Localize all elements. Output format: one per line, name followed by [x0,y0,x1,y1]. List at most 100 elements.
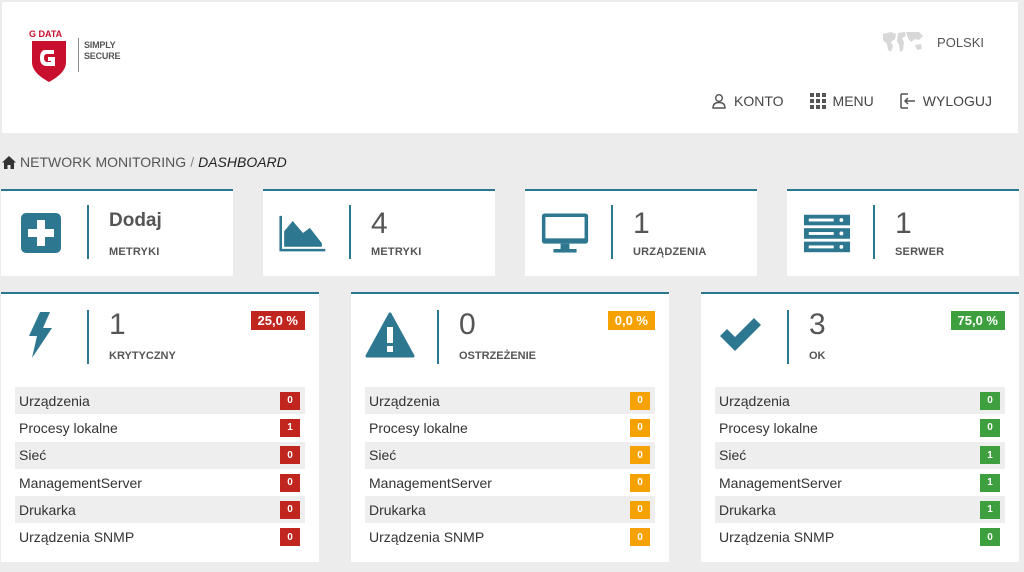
row-label: ManagementServer [369,474,492,491]
status-percent-badge: 75,0 % [950,311,1005,330]
status-card-warning[interactable]: 0 OSTRZEŻENIE 0,0 % Urządzenia 0 Procesy … [351,292,669,562]
home-icon[interactable] [2,155,16,169]
table-row[interactable]: Procesy lokalne 1 [15,414,305,441]
language-label: POLSKI [937,34,984,50]
row-label: Sieć [369,447,397,464]
plus-square-icon [17,209,65,257]
account-link[interactable]: KONTO [711,93,784,109]
count-badge: 0 [630,528,650,547]
breadcrumb-root[interactable]: NETWORK MONITORING [20,154,186,170]
count-badge: 0 [280,473,300,492]
count-badge: 0 [280,500,300,519]
row-label: Urządzenia [369,392,440,409]
status-rows: Urządzenia 0 Procesy lokalne 1 Sieć 0 Manag… [15,387,305,551]
stat-card-metrics[interactable]: 4 METRYKI [263,189,495,276]
table-row[interactable]: Urządzenia 0 [365,387,655,415]
row-label: ManagementServer [719,474,842,491]
menu-link[interactable]: MENU [809,93,874,109]
status-card-ok[interactable]: 3 OK 75,0 % Urządzenia 0 Procesy lokalne 0… [701,292,1019,562]
table-row[interactable]: Sieć 0 [365,441,655,469]
count-badge: 0 [630,418,650,437]
status-value: 3 [809,308,826,341]
table-row[interactable]: Urządzenia SNMP 0 [365,523,655,550]
stat-card-devices[interactable]: 1 URZĄDZENIA [525,189,757,276]
count-badge: 1 [980,500,1000,519]
monitor-icon [541,209,589,257]
row-label: Procesy lokalne [19,419,118,436]
status-divider [87,310,89,364]
stat-value: 4 [371,207,388,240]
row-label: Procesy lokalne [369,419,468,436]
gdata-shield-icon: G DATA [29,29,66,82]
top-nav: KONTO MENU WYLOGUJ [711,93,992,109]
svg-text:G DATA: G DATA [29,29,63,39]
server-icon [803,209,851,257]
breadcrumb: NETWORK MONITORING / DASHBOARD [2,154,287,170]
logout-link[interactable]: WYLOGUJ [900,93,992,109]
row-label: Procesy lokalne [719,419,818,436]
breadcrumb-separator: / [190,154,195,170]
count-badge: 0 [630,391,650,410]
status-rows: Urządzenia 0 Procesy lokalne 0 Sieć 1 Manag… [715,387,1005,551]
warning-icon [365,310,415,360]
status-percent-badge: 25,0 % [250,311,305,330]
row-label: Sieć [719,447,747,464]
status-value: 0 [459,308,476,341]
header: G DATA SIMPLY SECURE POLSKI KONTO MENU W… [2,2,1018,133]
table-row[interactable]: Urządzenia 0 [715,387,1005,415]
table-row[interactable]: Drukarka 0 [15,496,305,524]
row-label: Urządzenia [19,392,90,409]
table-row[interactable]: Sieć 0 [15,441,305,469]
stat-card-server[interactable]: 1 SERWER [787,189,1019,276]
row-label: Urządzenia [719,392,790,409]
row-label: Urządzenia SNMP [369,529,485,546]
table-row[interactable]: ManagementServer 1 [715,469,1005,496]
count-badge: 0 [630,446,650,465]
table-row[interactable]: ManagementServer 0 [15,469,305,496]
logout-icon [900,93,915,109]
row-label: Drukarka [719,501,776,518]
table-row[interactable]: Procesy lokalne 0 [365,414,655,441]
row-label: Urządzenia SNMP [719,529,835,546]
count-badge: 0 [280,528,300,547]
row-label: Urządzenia SNMP [19,529,135,546]
count-badge: 1 [280,418,300,437]
table-row[interactable]: Procesy lokalne 0 [715,414,1005,441]
logo-slogan: SIMPLY SECURE [84,40,121,61]
stat-value: 1 [633,207,650,240]
stat-card-add-metric[interactable]: Dodaj METRYKI [1,189,233,276]
table-row[interactable]: Urządzenia SNMP 0 [15,523,305,550]
status-rows: Urządzenia 0 Procesy lokalne 0 Sieć 0 Manag… [365,387,655,551]
status-card-critical[interactable]: 1 KRYTYCZNY 25,0 % Urządzenia 0 Procesy l… [1,292,319,562]
stat-label: METRYKI [109,246,160,258]
status-divider [437,310,439,364]
stat-divider [87,205,89,259]
gdata-logo[interactable]: G DATA SIMPLY SECURE [28,28,128,84]
checkmark-icon [715,310,765,360]
stat-label: URZĄDZENIA [633,246,707,258]
stat-divider [873,205,875,259]
count-badge: 0 [980,418,1000,437]
table-row[interactable]: Drukarka 0 [365,496,655,524]
language-selector[interactable]: POLSKI [881,30,984,54]
logo-divider [78,38,79,72]
table-row[interactable]: Drukarka 1 [715,496,1005,524]
stat-label: METRYKI [371,246,422,258]
status-label: OK [809,350,826,362]
row-label: Drukarka [19,501,76,518]
menu-label: MENU [832,93,874,109]
grid-icon [809,93,826,109]
breadcrumb-current: DASHBOARD [198,154,287,170]
table-row[interactable]: Urządzenia 0 [15,387,305,415]
table-row[interactable]: Sieć 1 [715,441,1005,469]
status-divider [787,310,789,364]
stat-value: Dodaj [109,210,162,231]
logout-label: WYLOGUJ [922,93,992,109]
row-label: Sieć [19,447,47,464]
lightning-icon [15,310,65,360]
table-row[interactable]: ManagementServer 0 [365,469,655,496]
status-percent-badge: 0,0 % [607,311,655,330]
table-row[interactable]: Urządzenia SNMP 0 [715,523,1005,550]
count-badge: 0 [280,391,300,410]
stat-label: SERWER [895,246,945,258]
